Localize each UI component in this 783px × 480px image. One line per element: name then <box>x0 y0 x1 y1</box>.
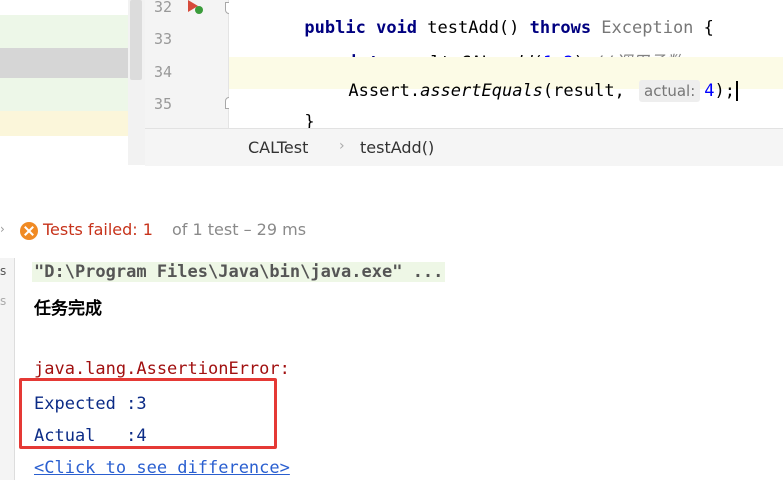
breadcrumb-separator: › <box>339 138 345 154</box>
tree-row-selected[interactable] <box>0 48 128 78</box>
console-gutter: s s <box>0 258 15 480</box>
see-difference-link[interactable]: <Click to see difference> <box>34 458 290 478</box>
console-error-line: java.lang.AssertionError: <box>34 359 290 379</box>
project-tree-strip <box>0 0 145 165</box>
gutter-mark: s <box>0 294 7 308</box>
line-number: 34 <box>154 63 173 81</box>
run-tool-window-header <box>0 166 783 258</box>
line-number: 33 <box>154 30 173 48</box>
gutter-mark: s <box>0 264 7 278</box>
test-failed-icon <box>20 222 38 240</box>
line-number: 32 <box>154 0 173 16</box>
line-number: 35 <box>154 95 173 113</box>
code-line-current: Assert.assertEquals(result, actual: 4); <box>229 57 783 102</box>
expand-chevron-icon[interactable]: › <box>0 222 5 236</box>
code-line: public void testAdd() throws Exception { <box>229 0 783 38</box>
breadcrumb-item-class[interactable]: CALTest <box>248 138 308 157</box>
tree-row[interactable] <box>0 15 128 48</box>
tree-row[interactable] <box>0 78 128 111</box>
code-editor[interactable]: public void testAdd() throws Exception {… <box>229 0 783 132</box>
console-stdout-line: 任务完成 <box>34 299 102 319</box>
tree-scrollbar-thumb[interactable] <box>130 0 142 80</box>
annotation-highlight-box <box>19 378 277 449</box>
breadcrumb: CALTest › testAdd() <box>145 128 783 167</box>
tests-failed-label: Tests failed: 1 <box>43 220 153 239</box>
console-command-line: "D:\Program Files\Java\bin\java.exe" ... <box>32 262 446 282</box>
run-test-icon[interactable] <box>186 0 204 16</box>
code-line: } <box>229 89 783 132</box>
breadcrumb-item-method[interactable]: testAdd() <box>360 138 434 157</box>
code-line: int result=CAL.add(1,2);//调用函数 <box>229 25 783 73</box>
tests-summary-label: of 1 test – 29 ms <box>172 220 307 239</box>
tree-row[interactable] <box>0 111 128 136</box>
